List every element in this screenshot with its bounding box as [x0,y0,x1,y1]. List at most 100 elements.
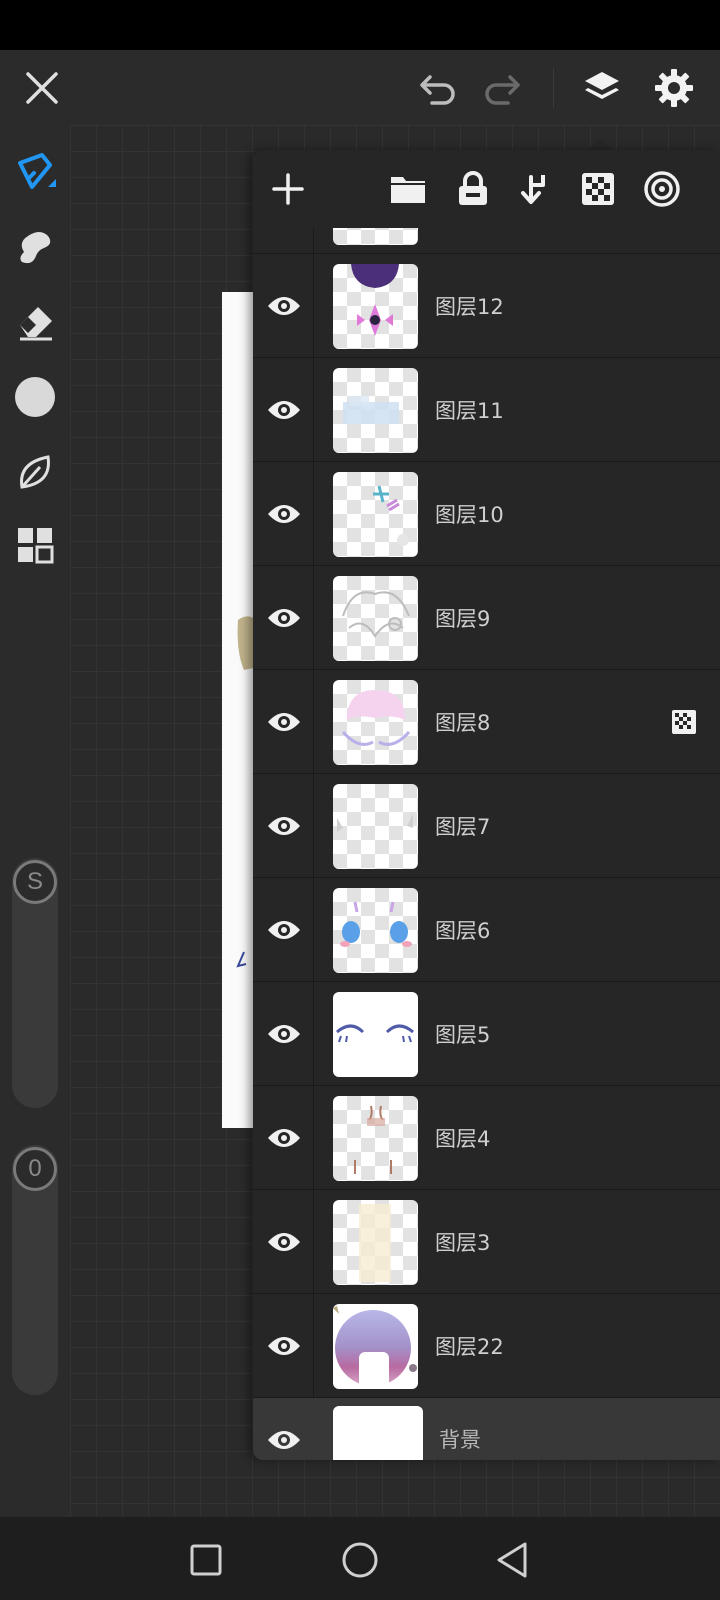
add-layer-icon [272,173,304,205]
checker-icon [582,173,614,205]
visibility-toggle[interactable] [261,494,307,534]
back-icon [497,1542,527,1578]
visibility-toggle[interactable] [261,390,307,430]
brush-icon [18,153,56,189]
visibility-toggle[interactable] [261,598,307,638]
layer-thumbnail [333,888,418,973]
layer-row[interactable]: 图层10 [253,462,720,566]
layers-icon [585,72,619,99]
opacity-slider[interactable]: 0 [10,1145,60,1395]
smudge-icon [20,232,51,264]
new-folder-button[interactable] [383,164,433,214]
settings-icon [655,69,693,107]
visibility-toggle[interactable] [261,1420,307,1460]
smudge-tool[interactable] [8,220,62,274]
layer-thumbnail [333,1406,423,1460]
layer-list[interactable]: 图层12 图层11 图层10 图层9 图层8 图层7 图层6 图层5 图层4 图… [253,228,720,1460]
layer-thumbnail [333,1200,418,1285]
visibility-toggle[interactable] [261,1118,307,1158]
size-slider-knob[interactable]: S [13,860,57,904]
redo-icon [485,75,520,105]
eye-icon [268,921,300,939]
visibility-toggle[interactable] [261,1222,307,1262]
eraser-icon [20,307,52,341]
visibility-toggle[interactable] [261,806,307,846]
recent-apps-icon [190,1544,222,1576]
grid-icon [18,528,54,564]
layer-name: 图层4 [435,1127,491,1151]
opacity-slider-knob[interactable]: 0 [13,1147,57,1191]
visibility-toggle[interactable] [261,910,307,950]
layer-thumbnail [333,368,418,453]
home-icon [342,1542,378,1578]
eye-icon [268,505,300,523]
lock-icon [459,171,487,205]
leaf-icon [20,455,50,489]
visibility-toggle[interactable] [261,702,307,742]
add-layer-button[interactable] [263,164,313,214]
settings-button[interactable] [648,62,700,114]
layers-button[interactable] [576,62,628,114]
visibility-toggle[interactable] [261,1014,307,1054]
alpha-lock-indicator[interactable] [672,710,696,738]
layer-row[interactable]: 图层6 [253,878,720,982]
eye-icon [268,609,300,627]
transparency-button[interactable] [573,164,623,214]
layer-row[interactable]: 图层3 [253,1190,720,1294]
layer-row[interactable]: 图层12 [253,254,720,358]
layer-name: 图层5 [435,1023,491,1047]
layer-thumbnail [333,680,418,765]
layer-row[interactable]: 图层9 [253,566,720,670]
left-toolbar: S 0 [0,125,70,1517]
layer-row[interactable]: 图层7 [253,774,720,878]
back-button[interactable] [487,1535,537,1585]
checker-icon [672,710,696,734]
layer-thumbnail [333,1096,418,1181]
layer-row[interactable]: 图层11 [253,358,720,462]
layer-name: 图层10 [435,503,504,527]
layer-name: 图层12 [435,295,504,319]
eraser-tool[interactable] [8,295,62,349]
redo-button[interactable] [476,62,528,114]
layer-row[interactable]: 图层22 [253,1294,720,1398]
layer-name: 图层6 [435,919,491,943]
size-slider[interactable]: S [10,858,60,1108]
panel-pointer [588,138,612,150]
close-button[interactable] [16,62,68,114]
layer-name: 图层22 [435,1335,504,1359]
visibility-toggle[interactable] [261,1326,307,1366]
layer-thumbnail [333,228,418,245]
lock-layer-button[interactable] [448,164,498,214]
layer-thumbnail [333,472,418,557]
leaf-tool[interactable] [8,445,62,499]
top-bar [0,50,720,125]
undo-button[interactable] [412,62,464,114]
layer-row[interactable]: 图层8 [253,670,720,774]
layer-thumbnail [333,264,418,349]
layer-name: 背景 [439,1428,481,1452]
layer-thumbnail [333,992,418,1077]
layer-row-partial[interactable] [253,228,720,254]
eye-icon [268,817,300,835]
color-swatch[interactable] [8,370,62,424]
toolbar-divider [553,68,554,108]
clipping-button[interactable] [637,164,687,214]
target-icon [644,171,680,207]
layer-row-selected[interactable]: 背景 [253,1398,720,1460]
recent-apps-button[interactable] [181,1535,231,1585]
home-button[interactable] [335,1535,385,1585]
visibility-toggle[interactable] [261,286,307,326]
merge-down-button[interactable] [511,164,561,214]
layer-name: 图层9 [435,607,491,631]
eye-icon [268,1337,300,1355]
undo-icon [420,75,455,105]
layer-thumbnail [333,576,418,661]
layer-row[interactable]: 图层5 [253,982,720,1086]
grid-tool[interactable] [8,518,62,572]
layer-row[interactable]: 图层4 [253,1086,720,1190]
status-bar [0,0,720,50]
system-nav-bar [0,1517,720,1600]
brush-tool[interactable] [8,145,62,199]
folder-icon [391,177,425,203]
layer-name: 图层7 [435,815,491,839]
